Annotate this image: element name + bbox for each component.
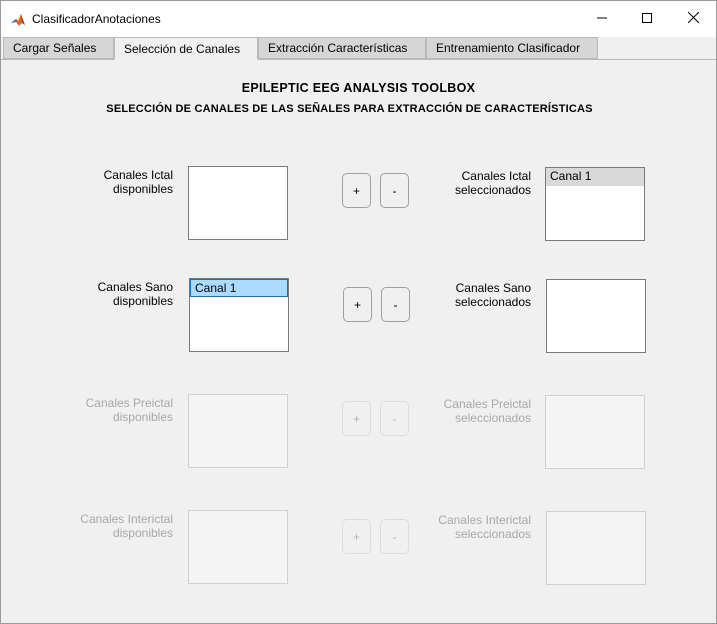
- ictal-add-button[interactable]: +: [342, 173, 371, 208]
- ictal-selected-label: Canales Ictal seleccionados: [421, 169, 531, 197]
- ictal-available-label: Canales Ictal disponibles: [61, 168, 173, 196]
- button-label: -: [393, 297, 398, 312]
- page-subtitle: SELECCIÓN DE CANALES DE LAS SEÑALES PARA…: [106, 103, 593, 115]
- sano-add-button[interactable]: +: [343, 287, 372, 322]
- sano-remove-button[interactable]: -: [381, 287, 410, 322]
- interictal-selected-list[interactable]: [546, 511, 646, 585]
- matlab-icon: [10, 12, 26, 28]
- label-line: Canales Preictal: [85, 396, 173, 410]
- label-line: Canales Interictal: [438, 513, 531, 527]
- label-line: seleccionados: [454, 411, 531, 425]
- interictal-add-button[interactable]: +: [342, 519, 371, 554]
- label-line: Canales Sano: [455, 281, 531, 295]
- label-line: seleccionados: [454, 295, 531, 309]
- ictal-remove-button[interactable]: -: [380, 173, 409, 208]
- preictal-available-label: Canales Preictal disponibles: [41, 396, 173, 424]
- tab-extraccion-caracteristicas[interactable]: Extracción Características: [258, 37, 426, 59]
- ictal-selected-list[interactable]: Canal 1: [545, 167, 645, 241]
- tab-label: Entrenamiento Clasificador: [436, 41, 581, 55]
- sano-available-list[interactable]: Canal 1: [189, 278, 289, 352]
- list-item[interactable]: Canal 1: [190, 279, 288, 297]
- label-line: Canales Sano: [97, 280, 173, 294]
- label-line: Canales Ictal: [103, 168, 173, 182]
- preictal-selected-label: Canales Preictal seleccionados: [411, 397, 531, 425]
- button-label: +: [352, 183, 360, 198]
- label-line: Canales Preictal: [443, 397, 531, 411]
- ictal-available-list[interactable]: [188, 166, 288, 240]
- list-item[interactable]: Canal 1: [546, 168, 644, 186]
- page-title: EPILEPTIC EEG ANALYSIS TOOLBOX: [241, 81, 476, 95]
- interictal-remove-button[interactable]: -: [380, 519, 409, 554]
- tab-divider: [1, 59, 716, 60]
- label-line: disponibles: [112, 526, 173, 540]
- tab-label: Extracción Características: [268, 41, 408, 55]
- button-label: +: [352, 411, 360, 426]
- label-line: disponibles: [112, 410, 173, 424]
- minimize-button[interactable]: [579, 1, 625, 37]
- sano-available-label: Canales Sano disponibles: [61, 280, 173, 308]
- preictal-remove-button[interactable]: -: [380, 401, 409, 436]
- label-line: Canales Ictal: [461, 169, 531, 183]
- button-label: -: [392, 529, 397, 544]
- sano-selected-label: Canales Sano seleccionados: [421, 281, 531, 309]
- close-icon: [687, 10, 699, 28]
- minimize-icon: [597, 10, 607, 28]
- sano-selected-list[interactable]: [546, 279, 646, 353]
- preictal-add-button[interactable]: +: [342, 401, 371, 436]
- title-bar[interactable]: ClasificadorAnotaciones: [1, 1, 716, 37]
- label-line: Canales Interictal: [80, 512, 173, 526]
- button-label: -: [392, 183, 397, 198]
- button-label: +: [352, 529, 360, 544]
- button-label: +: [353, 297, 361, 312]
- tab-entrenamiento-clasificador[interactable]: Entrenamiento Clasificador: [426, 37, 598, 59]
- maximize-button[interactable]: [624, 1, 670, 37]
- interictal-available-label: Canales Interictal disponibles: [41, 512, 173, 540]
- tab-seleccion-canales[interactable]: Selección de Canales: [114, 37, 258, 60]
- label-line: disponibles: [112, 182, 173, 196]
- preictal-available-list[interactable]: [188, 394, 288, 468]
- tab-label: Cargar Señales: [13, 41, 97, 55]
- tab-cargar-senales[interactable]: Cargar Señales: [3, 37, 114, 59]
- label-line: disponibles: [112, 294, 173, 308]
- app-window: ClasificadorAnotaciones Cargar Señales S…: [0, 0, 717, 624]
- button-label: -: [392, 411, 397, 426]
- window-title: ClasificadorAnotaciones: [32, 12, 161, 26]
- tab-label: Selección de Canales: [124, 41, 241, 56]
- close-button[interactable]: [670, 1, 716, 37]
- label-line: seleccionados: [454, 183, 531, 197]
- interictal-selected-label: Canales Interictal seleccionados: [411, 513, 531, 541]
- interictal-available-list[interactable]: [188, 510, 288, 584]
- label-line: seleccionados: [454, 527, 531, 541]
- maximize-icon: [642, 10, 652, 28]
- preictal-selected-list[interactable]: [545, 395, 645, 469]
